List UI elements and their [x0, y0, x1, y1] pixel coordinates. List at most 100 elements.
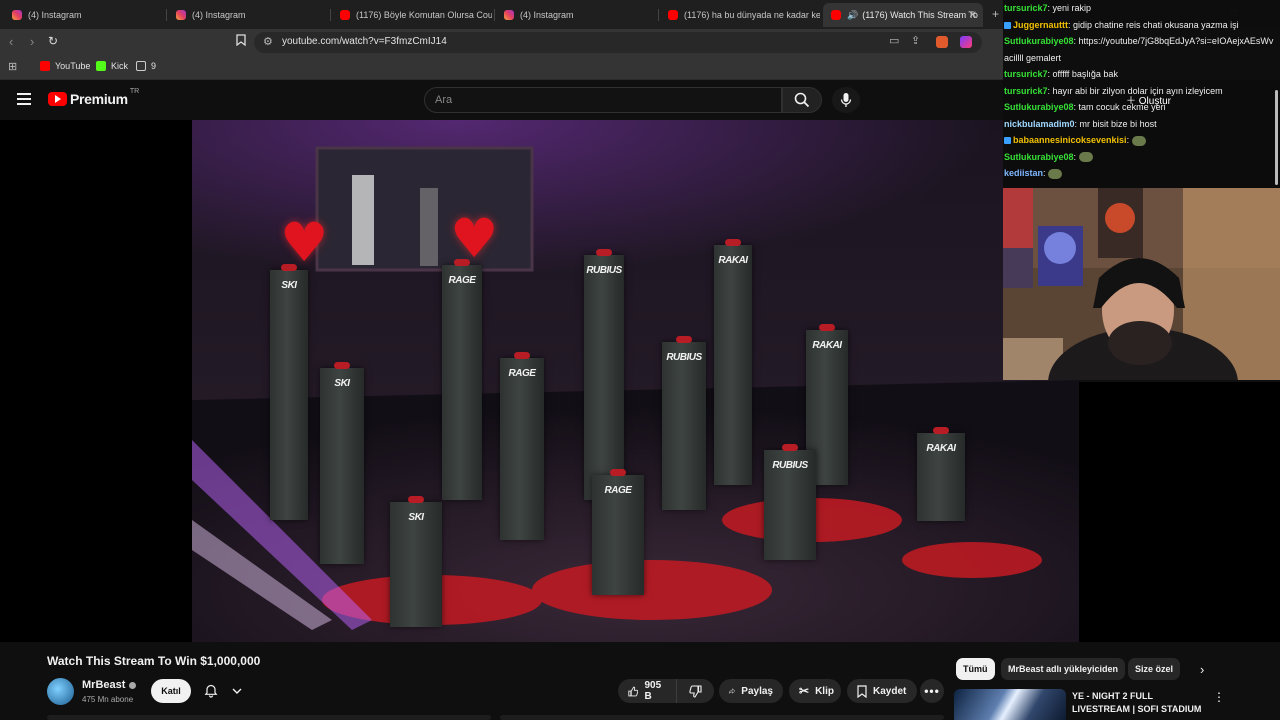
- recommendation-title[interactable]: YE - NIGHT 2 FULL LIVESTREAM | SOFI STAD…: [1072, 690, 1212, 716]
- share-button[interactable]: Paylaş: [719, 679, 783, 703]
- pillar: SKI: [320, 362, 364, 564]
- search-icon: [794, 92, 810, 108]
- like-count: 905 B: [644, 680, 662, 702]
- speaker-icon: 🔊: [847, 9, 859, 20]
- share-label: Paylaş: [741, 685, 773, 697]
- pillar-label: RAKAI: [926, 443, 956, 454]
- back-icon[interactable]: ‹: [9, 34, 13, 49]
- chat-username[interactable]: Juggernauttt: [1013, 20, 1068, 30]
- chat-username[interactable]: Sutlukurabiye08: [1004, 36, 1074, 46]
- chat-username[interactable]: tursurick7: [1004, 69, 1048, 79]
- like-button[interactable]: 905 B: [618, 679, 676, 703]
- channel-name[interactable]: MrBeast: [82, 679, 137, 691]
- brave-shield-icon[interactable]: [936, 36, 948, 48]
- chip-from-uploader[interactable]: MrBeast adlı yükleyiciden: [1001, 658, 1126, 680]
- chat-emote-icon: [1078, 152, 1093, 163]
- site-settings-icon[interactable]: ⚙: [263, 35, 273, 48]
- pillar-top-item: [725, 239, 741, 246]
- search-input[interactable]: [425, 88, 781, 112]
- pillar-top-item: [610, 469, 626, 476]
- pillar-label: SKI: [281, 280, 297, 291]
- pillar: RAGE: [500, 352, 544, 540]
- reload-icon[interactable]: ↻: [48, 34, 58, 48]
- tab-divider: [166, 9, 167, 21]
- subscribed-bell-button[interactable]: [197, 679, 249, 703]
- pillar-top-item: [819, 324, 835, 331]
- more-vertical-icon[interactable]: ⋮: [1213, 690, 1225, 704]
- chat-username[interactable]: tursurick7: [1004, 3, 1048, 13]
- save-button[interactable]: Kaydet: [847, 679, 917, 703]
- tab-divider: [658, 9, 659, 21]
- chat-message: Sutlukurabiye08: https://youtube/7jG8bqE…: [1004, 33, 1280, 66]
- bookmark-youtube[interactable]: YouTube: [40, 61, 90, 71]
- chat-message: nickbulamadim0: mr bisit bize bi host: [1004, 116, 1280, 133]
- new-tab-icon[interactable]: +: [992, 7, 999, 21]
- create-button[interactable]: ＋ Oluştur: [1126, 92, 1171, 107]
- clip-button[interactable]: ✂ Klip: [789, 679, 841, 703]
- player-letterbox-right: [1079, 382, 1280, 642]
- chip-for-you[interactable]: Size özel: [1128, 658, 1181, 680]
- pillar-top-item: [514, 352, 530, 359]
- search-button[interactable]: [782, 87, 822, 113]
- cast-icon[interactable]: ▭: [889, 34, 899, 47]
- rewards-icon[interactable]: [960, 36, 972, 48]
- chat-username[interactable]: tursurick7: [1004, 86, 1048, 96]
- pillar: RAGE: [592, 469, 644, 595]
- browser-tab[interactable]: (4) Instagram: [168, 3, 328, 27]
- bookmark-label: YouTube: [55, 61, 91, 71]
- chat-username[interactable]: nickbulamadim0: [1004, 119, 1075, 129]
- youtube-icon: [831, 10, 841, 20]
- pillar-label: RAGE: [508, 368, 536, 379]
- menu-icon[interactable]: [17, 93, 31, 105]
- instagram-icon: [12, 10, 22, 20]
- channel-avatar[interactable]: [47, 678, 74, 705]
- tab-title: (1176) ha bu dünyada ne kadar kedi: [684, 10, 820, 20]
- search-box[interactable]: [424, 87, 782, 113]
- chip-all[interactable]: Tümü: [956, 658, 995, 680]
- bookmark-kick[interactable]: Kick: [96, 61, 128, 71]
- bookmark-folder[interactable]: 9: [136, 61, 156, 71]
- chat-separator: :: [1126, 135, 1132, 145]
- pillar: RAKAI: [714, 239, 752, 485]
- comment-bar-right: [500, 715, 944, 720]
- recommendation-thumbnail[interactable]: [954, 689, 1066, 720]
- close-tab-icon[interactable]: ✕: [969, 10, 977, 21]
- video-player[interactable]: SKI RAGE RUBIUS RAKAI SKI RAGE RUBIUS RAKAI SKI R…: [192, 120, 1079, 642]
- pillar-label: RAGE: [448, 275, 476, 286]
- save-label: Kaydet: [873, 685, 907, 697]
- chat-scrollbar[interactable]: [1275, 90, 1278, 185]
- chat-username[interactable]: kediistan: [1004, 168, 1043, 178]
- voice-search-button[interactable]: [832, 87, 860, 113]
- pillar: RUBIUS: [764, 444, 816, 560]
- browser-tab[interactable]: (4) Instagram: [496, 3, 656, 27]
- chat-message-list: tursurick7: yeni rakip Juggernauttt: gidi…: [1004, 0, 1280, 182]
- pillar-label: RAKAI: [812, 340, 842, 351]
- youtube-logo-icon: [48, 92, 67, 106]
- browser-tab[interactable]: (4) Instagram: [4, 3, 164, 27]
- chevron-down-icon: [232, 688, 242, 694]
- scissors-icon: ✂: [799, 684, 810, 698]
- browser-tab[interactable]: (1176) Böyle Komutan Olursa Counte: [332, 3, 492, 27]
- tab-title: (1176) Watch This Stream To: [862, 10, 978, 20]
- chat-username[interactable]: Sutlukurabiye08: [1004, 102, 1074, 112]
- join-button[interactable]: Katıl: [151, 679, 191, 703]
- chat-message: Juggernauttt: gidip chatine reis chati o…: [1004, 17, 1280, 34]
- browser-tab[interactable]: (1176) ha bu dünyada ne kadar kedi: [660, 3, 820, 27]
- share-icon[interactable]: ⇪: [911, 34, 920, 47]
- browser-tab-active[interactable]: 🔊 (1176) Watch This Stream To ✕: [823, 3, 983, 27]
- chip-label: Size özel: [1135, 664, 1174, 674]
- streamer-webcam: [1003, 188, 1280, 380]
- chevron-right-icon[interactable]: ›: [1200, 662, 1204, 677]
- youtube-premium-logo[interactable]: Premium TR: [48, 88, 139, 107]
- plus-icon: ＋: [1126, 96, 1139, 107]
- apps-grid-icon[interactable]: ⊞: [8, 60, 17, 73]
- address-bar[interactable]: ⚙ youtube.com/watch?v=F3fmzCmIJ14: [254, 32, 982, 53]
- bookmark-icon[interactable]: [236, 34, 246, 49]
- more-actions-button[interactable]: •••: [920, 679, 944, 703]
- chat-username[interactable]: Sutlukurabiye08: [1004, 152, 1074, 162]
- pillar: RUBIUS: [584, 249, 624, 500]
- dislike-button[interactable]: [676, 679, 714, 703]
- chat-username[interactable]: babaannesinicoksevenkisi: [1013, 135, 1127, 145]
- forward-icon[interactable]: ›: [30, 34, 34, 49]
- tab-title: (1176) Böyle Komutan Olursa Counte: [356, 10, 492, 20]
